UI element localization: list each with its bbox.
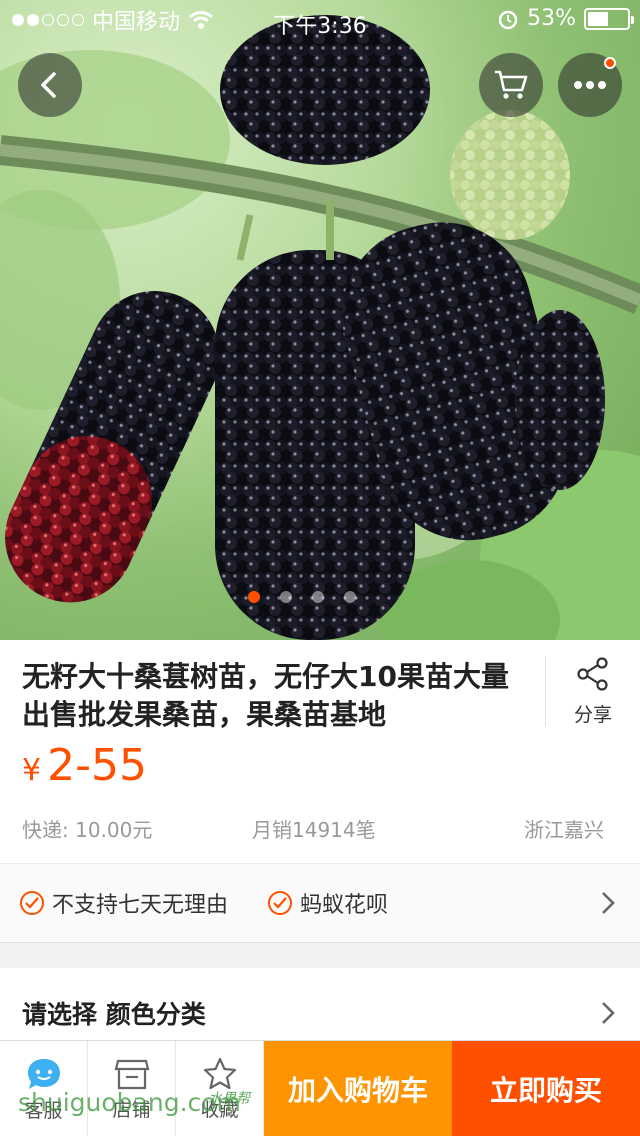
share-icon <box>577 657 608 691</box>
chevron-left-icon <box>41 72 56 98</box>
share-button[interactable]: 分享 <box>545 656 640 726</box>
indicator-dot[interactable] <box>312 591 324 603</box>
status-bar: 中国移动 下午3:36 53% <box>0 0 640 40</box>
star-icon <box>203 1057 236 1089</box>
indicator-dot[interactable] <box>280 591 292 603</box>
product-info: 无籽大十桑葚树苗，无仔大10果苗大量出售批发果桑苗，果桑苗基地 分享 ¥ 2-5… <box>0 640 640 863</box>
battery-icon <box>584 7 634 30</box>
more-icon <box>574 81 606 89</box>
currency-symbol: ¥ <box>22 753 42 788</box>
cart-button[interactable] <box>479 53 543 117</box>
seller-location: 浙江嘉兴 <box>524 818 604 842</box>
back-button[interactable] <box>18 53 82 117</box>
more-button[interactable] <box>558 53 622 117</box>
alarm-icon <box>498 10 518 29</box>
chevron-right-icon <box>602 892 615 914</box>
select-variant-label: 请选择 颜色分类 <box>22 1000 206 1029</box>
indicator-dot[interactable] <box>248 591 260 603</box>
battery-percent: 53% <box>527 6 576 31</box>
service-item: 不支持七天无理由 <box>20 887 228 919</box>
add-to-cart-button[interactable]: 加入购物车 <box>264 1041 452 1136</box>
indicator-dot[interactable] <box>344 591 356 603</box>
watermark-logo: 水果帮 <box>208 1091 250 1107</box>
mulberry-illustration <box>0 15 640 640</box>
shipping-fee: 快递: 10.00元 <box>22 818 153 842</box>
share-label: 分享 <box>573 704 612 726</box>
shop-icon <box>114 1059 149 1089</box>
service-label: 不支持七天无理由 <box>52 893 229 918</box>
service-item: 蚂蚁花呗 <box>268 887 388 919</box>
cart-icon <box>495 70 528 99</box>
gallery-indicators <box>248 591 356 603</box>
service-row[interactable]: 不支持七天无理由 蚂蚁花呗 <box>0 863 640 943</box>
check-circle-icon <box>20 891 44 915</box>
buy-now-button[interactable]: 立即购买 <box>452 1041 640 1136</box>
price: ¥ 2-55 <box>22 740 147 791</box>
service-label: 蚂蚁花呗 <box>300 893 389 918</box>
monthly-sales: 月销14914笔 <box>252 818 376 842</box>
chevron-right-icon <box>602 1002 615 1024</box>
notification-dot <box>604 57 616 69</box>
product-title: 无籽大十桑葚树苗，无仔大10果苗大量出售批发果桑苗，果桑苗基地 <box>22 660 509 731</box>
product-image[interactable] <box>0 0 640 640</box>
chat-bubble-icon <box>27 1058 60 1089</box>
check-circle-icon <box>268 891 293 915</box>
price-value: 2-55 <box>47 740 147 791</box>
